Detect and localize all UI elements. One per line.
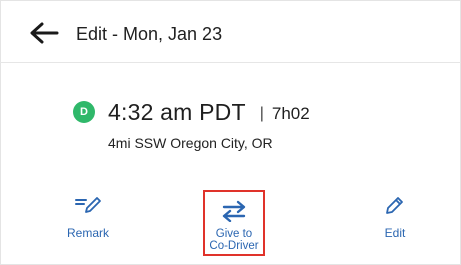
edit-label: Edit: [384, 226, 406, 240]
remark-icon: [73, 192, 103, 218]
event-location: 4mi SSW Oregon City, OR: [108, 135, 273, 151]
give-to-co-driver-label: Give to Co-Driver: [209, 228, 258, 252]
duty-status-badge: D: [73, 101, 95, 123]
pencil-icon: [383, 192, 407, 218]
time-separator: |: [259, 104, 264, 122]
edit-button[interactable]: Edit: [380, 192, 410, 240]
back-button[interactable]: [26, 17, 62, 49]
event-time: 4:32 am PDT: [108, 98, 246, 125]
header-bar: Edit - Mon, Jan 23: [0, 0, 461, 63]
give-label-line2: Co-Driver: [209, 240, 259, 252]
event-duration: 7h02: [271, 104, 310, 123]
remark-label: Remark: [67, 226, 110, 240]
give-to-co-driver-button[interactable]: Give to Co-Driver: [203, 190, 265, 256]
swap-arrows-icon: [219, 198, 249, 224]
remark-button[interactable]: Remark: [67, 192, 109, 240]
arrow-left-icon: [30, 22, 59, 44]
page-title: Edit - Mon, Jan 23: [76, 24, 223, 44]
give-label-line1: Give to: [215, 228, 253, 240]
event-status-row: D 4:32 am PDT | 7h02: [73, 98, 310, 126]
